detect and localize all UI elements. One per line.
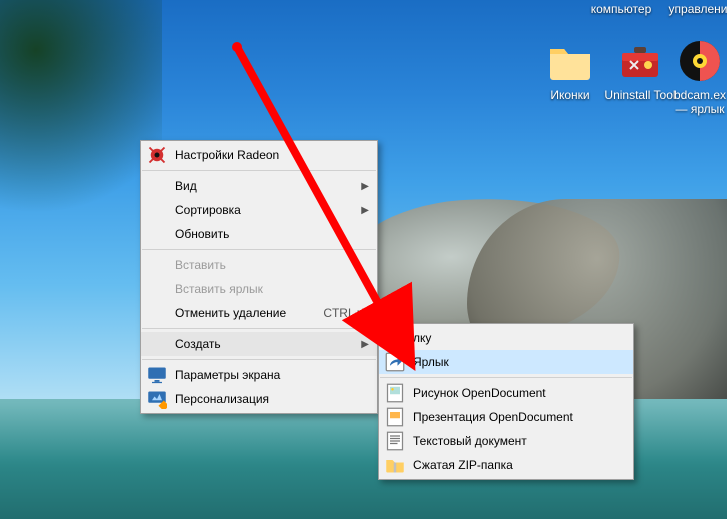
menu-separator — [380, 377, 632, 378]
submenu-item-folder[interactable]: лку — [379, 326, 633, 350]
radeon-icon — [147, 145, 167, 165]
blank-icon — [147, 255, 167, 275]
toolbox-icon — [616, 37, 664, 85]
menu-label: Сортировка — [175, 203, 349, 217]
menu-label: лку — [413, 331, 625, 345]
menu-item-create[interactable]: Создать ▶ — [141, 332, 377, 356]
bandicam-icon — [676, 37, 724, 85]
submenu-arrow-icon: ▶ — [361, 205, 369, 216]
menu-label: Текстовый документ — [413, 434, 625, 448]
blank-icon — [147, 200, 167, 220]
desktop-icon-label: Иконки — [530, 89, 610, 103]
menu-separator — [142, 328, 376, 329]
folder-icon — [546, 37, 594, 85]
submenu-item-shortcut[interactable]: Ярлык — [379, 350, 633, 374]
menu-label: Вставить — [175, 258, 369, 272]
desktop-label-management: управлени — [668, 2, 727, 16]
menu-item-sort[interactable]: Сортировка ▶ — [141, 198, 377, 222]
textdoc-icon — [385, 431, 405, 451]
menu-label: Вставить ярлык — [175, 282, 369, 296]
submenu-arrow-icon: ▶ — [361, 181, 369, 192]
menu-label: Отменить удаление — [175, 306, 303, 320]
submenu-item-zip[interactable]: Сжатая ZIP-папка — [379, 453, 633, 477]
personalization-icon — [147, 389, 167, 409]
desktop-icon-uninstall[interactable]: Uninstall Tool — [600, 37, 680, 103]
menu-item-screen-params[interactable]: Параметры экрана — [141, 363, 377, 387]
menu-label: Параметры экрана — [175, 368, 369, 382]
menu-label: Настройки Radeon — [175, 148, 369, 162]
menu-separator — [142, 359, 376, 360]
desktop-label-computer: компьютер — [586, 2, 656, 16]
folder-icon — [385, 328, 405, 348]
menu-item-paste-shortcut: Вставить ярлык — [141, 277, 377, 301]
menu-item-undo-delete[interactable]: Отменить удаление CTRL+Z — [141, 301, 377, 325]
menu-separator — [142, 170, 376, 171]
submenu-item-presentation[interactable]: Презентация OpenDocument — [379, 405, 633, 429]
desktop-icon-bdcam[interactable]: bdcam.ex — ярлык — [670, 37, 727, 117]
desktop[interactable]: компьютер управлени Иконки Uninstall Too… — [0, 0, 727, 519]
menu-item-refresh[interactable]: Обновить — [141, 222, 377, 246]
menu-label: Сжатая ZIP-папка — [413, 458, 625, 472]
submenu-item-textdoc[interactable]: Текстовый документ — [379, 429, 633, 453]
desktop-icon-label: bdcam.ex — ярлык — [670, 89, 727, 117]
blank-icon — [147, 176, 167, 196]
desktop-icon-folder[interactable]: Иконки — [530, 37, 610, 103]
menu-label: Персонализация — [175, 392, 369, 406]
odf-picture-icon — [385, 383, 405, 403]
blank-icon — [147, 224, 167, 244]
menu-item-view[interactable]: Вид ▶ — [141, 174, 377, 198]
menu-label: Рисунок OpenDocument — [413, 386, 625, 400]
menu-separator — [142, 249, 376, 250]
create-submenu: лку Ярлык Рисунок OpenDocument Презентац… — [378, 323, 634, 480]
submenu-arrow-icon: ▶ — [361, 339, 369, 350]
menu-label: Ярлык — [413, 355, 625, 369]
shortcut-icon — [385, 352, 405, 372]
blank-icon — [147, 334, 167, 354]
blank-icon — [147, 279, 167, 299]
desktop-icon-label: Uninstall Tool — [600, 89, 680, 103]
odf-presentation-icon — [385, 407, 405, 427]
menu-item-paste: Вставить — [141, 253, 377, 277]
menu-shortcut: CTRL+Z — [323, 306, 369, 320]
menu-label: Создать — [175, 337, 349, 351]
menu-label: Обновить — [175, 227, 369, 241]
desktop-context-menu: Настройки Radeon Вид ▶ Сортировка ▶ Обно… — [140, 140, 378, 414]
zip-icon — [385, 455, 405, 475]
menu-item-personalization[interactable]: Персонализация — [141, 387, 377, 411]
display-icon — [147, 365, 167, 385]
submenu-item-picture[interactable]: Рисунок OpenDocument — [379, 381, 633, 405]
menu-item-radeon[interactable]: Настройки Radeon — [141, 143, 377, 167]
menu-label: Презентация OpenDocument — [413, 410, 625, 424]
blank-icon — [147, 303, 167, 323]
menu-label: Вид — [175, 179, 349, 193]
